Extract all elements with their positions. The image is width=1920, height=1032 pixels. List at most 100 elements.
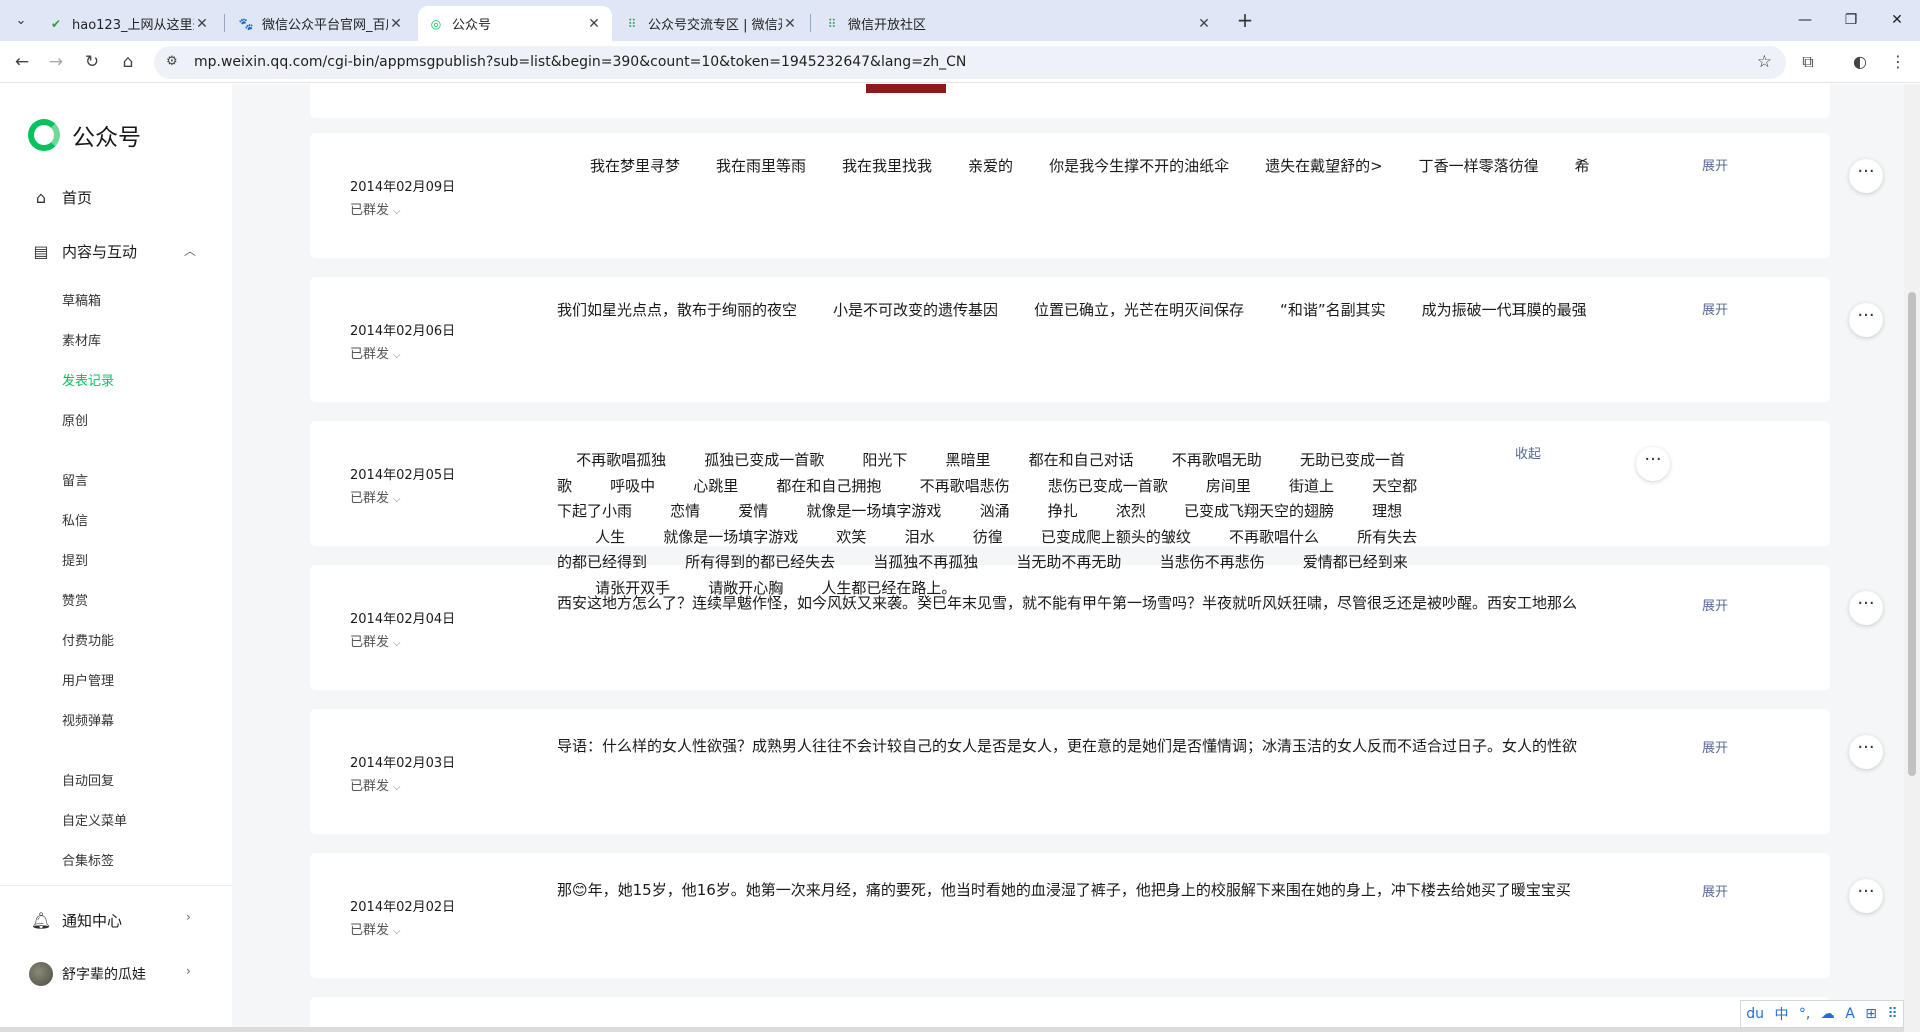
ime-toolbar[interactable]: du 中 °, ☁ A ⊞ ⠿ [1740, 1000, 1904, 1028]
brand[interactable]: 公众号 [28, 118, 141, 152]
horizontal-scrollbar[interactable] [0, 1027, 1904, 1032]
sidebar-item-messages[interactable]: 私信 [62, 510, 88, 529]
close-window-icon[interactable]: ✕ [1874, 6, 1920, 34]
more-actions-button[interactable]: ··· [1849, 735, 1883, 769]
bell-icon: 🔔︎ [30, 911, 52, 930]
more-actions-button[interactable]: ··· [1849, 591, 1883, 625]
grid-icon: ⠿ [827, 16, 837, 31]
tab-baidu-search[interactable]: 🐾 微信公众平台官网_百度搜索 ✕ [228, 6, 414, 41]
sidebar-item-custom-menu[interactable]: 自定义菜单 [62, 810, 127, 829]
tab-search-dropdown-icon[interactable]: ⌄ [8, 8, 34, 32]
tab-hao123[interactable]: ✔ hao123_上网从这里开始 ✕ [38, 6, 220, 41]
tab-wechat-mp[interactable]: ◎ 公众号 ✕ [418, 6, 612, 41]
article-titles: 我在梦里寻梦 我在雨里等雨 我在我里找我 亲爱的 你是我今生撑不开的油纸伞 遗失在戴望舒的… [590, 155, 1645, 176]
bookmark-star-icon[interactable]: ☆ [1757, 52, 1772, 72]
chevron-down-icon: ⌵ [393, 926, 401, 937]
home-icon: ⌂ [35, 188, 47, 207]
close-tab-icon[interactable]: ✕ [1196, 16, 1212, 32]
close-tab-icon[interactable]: ✕ [388, 16, 404, 32]
expand-link[interactable]: 展开 [1702, 737, 1728, 756]
status-label: 已群发 [350, 203, 390, 218]
publish-status[interactable]: 已群发 ⌵ [350, 199, 401, 218]
sidebar-item-user-management[interactable]: 用户管理 [62, 670, 114, 689]
address-bar[interactable]: ⚙ mp.weixin.qq.com/cgi-bin/appmsgpublish… [154, 46, 1786, 79]
ime-punctuation-icon[interactable]: °, [1799, 1006, 1810, 1022]
tab-title: hao123_上网从这里开始 [72, 18, 194, 33]
vertical-scrollbar[interactable] [1904, 84, 1920, 1032]
publish-date: 2014年02月05日 [350, 468, 456, 483]
avatar[interactable] [29, 962, 53, 986]
publish-status[interactable]: 已群发 ⌵ [350, 775, 401, 794]
close-tab-icon[interactable]: ✕ [194, 16, 210, 32]
sidebar-item-publish-records[interactable]: 发表记录 [62, 370, 114, 389]
sidebar-item-drafts[interactable]: 草稿箱 [62, 290, 101, 309]
chevron-down-icon: ⌵ [393, 782, 401, 793]
reload-icon[interactable]: ↻ [80, 50, 104, 74]
publish-date: 2014年02月03日 [350, 756, 456, 771]
tab-title: 微信公众平台官网_百度搜索 [262, 18, 388, 33]
tab-mp-community[interactable]: ⠿ 公众号交流专区 | 微信开放社区 ✕ [614, 6, 808, 41]
publish-status[interactable]: 已群发 ⌵ [350, 631, 401, 650]
scrollbar-thumb[interactable] [1908, 292, 1916, 776]
sidebar-item-video-danmaku[interactable]: 视频弹幕 [62, 710, 114, 729]
article-title: 导语：什么样的女人性欲强？成熟男人往往不会计较自己的女人是否是女人，更在意的是她… [557, 737, 1578, 755]
more-actions-button[interactable]: ··· [1849, 303, 1883, 337]
sidebar-item-label: 首页 [62, 189, 93, 207]
profile-icon[interactable]: ◐ [1848, 50, 1872, 74]
record-card-previous [310, 84, 1830, 118]
new-tab-button[interactable]: + [1232, 9, 1258, 33]
home-icon[interactable]: ⌂ [116, 50, 140, 74]
minimize-icon[interactable]: — [1782, 6, 1828, 34]
sidebar-item-original[interactable]: 原创 [62, 410, 88, 429]
sidebar-item-mentions[interactable]: 提到 [62, 550, 88, 569]
article-title: 我在我里找我 [842, 157, 933, 175]
sidebar-item-paid-features[interactable]: 付费功能 [62, 630, 114, 649]
sidebar-item-materials[interactable]: 素材库 [62, 330, 101, 349]
ime-cloud-icon[interactable]: ☁ [1821, 1006, 1835, 1022]
sidebar-item-comments[interactable]: 留言 [62, 470, 88, 489]
publish-date: 2014年02月06日 [350, 324, 456, 339]
sidebar-item-auto-reply[interactable]: 自动回复 [62, 770, 114, 789]
publish-status[interactable]: 已群发 ⌵ [350, 343, 401, 362]
expand-link[interactable]: 展开 [1702, 595, 1728, 614]
sidebar: 公众号 ⌂ 首页 ▤ 内容与互动 ︿ 草稿箱 素材库 发表记录 原创 留言 私信… [0, 84, 232, 1032]
account-name[interactable]: 舒字辈的瓜娃 [62, 964, 146, 984]
article-titles: 那😊年，她15岁，他16岁。她第一次来月经，痛的要死，他当时看她的血浸湿了裤子，… [557, 879, 1645, 900]
url-text[interactable]: mp.weixin.qq.com/cgi-bin/appmsgpublish?s… [194, 54, 966, 70]
more-actions-button[interactable]: ··· [1849, 159, 1883, 193]
publish-status[interactable]: 已群发 ⌵ [350, 919, 401, 938]
sidebar-item-rewards[interactable]: 赞赏 [62, 590, 88, 609]
ime-chinese-mode[interactable]: 中 [1774, 1004, 1788, 1024]
more-actions-button[interactable]: ··· [1636, 447, 1670, 481]
page-content: 2014年02月09日 已群发 ⌵ 我在梦里寻梦 我在雨里等雨 我在我里找我 亲爱的 你是… [0, 84, 1920, 1032]
text-line: 歌 呼吸中 心跳里 都在和自己拥抱 不再歌唱悲伤 悲伤已变成一首歌 房间里 街道… [557, 476, 1418, 495]
expanded-article-text: 不再歌唱孤独 孤独已变成一首歌 阳光下 黑暗里 都在和自己对话 不再歌唱无助 无… [557, 448, 1447, 601]
ime-logo-icon[interactable]: du [1746, 1006, 1764, 1022]
expand-link[interactable]: 展开 [1702, 299, 1728, 318]
status-label: 已群发 [350, 491, 390, 506]
restore-icon[interactable]: ❐ [1828, 6, 1874, 34]
chevron-up-icon[interactable]: ︿ [184, 242, 196, 259]
close-tab-icon[interactable]: ✕ [782, 16, 798, 32]
ime-font-icon[interactable]: A [1845, 1006, 1855, 1022]
extensions-icon[interactable]: ⧉ [1796, 50, 1820, 74]
close-tab-icon[interactable]: ✕ [586, 16, 602, 32]
collapse-link[interactable]: 收起 [1515, 443, 1541, 462]
chevron-right-icon[interactable]: › [186, 910, 191, 924]
tab-open-community[interactable]: ⠿ 微信开放社区 ✕ [814, 6, 1222, 41]
more-actions-button[interactable]: ··· [1849, 879, 1883, 913]
expand-link[interactable]: 展开 [1702, 155, 1728, 174]
site-info-icon[interactable]: ⚙ [166, 54, 178, 69]
chevron-right-icon[interactable]: › [186, 964, 191, 978]
ime-keyboard-icon[interactable]: ⊞ [1865, 1006, 1877, 1022]
ime-menu-icon[interactable]: ⠿ [1887, 1006, 1897, 1022]
sidebar-group-content[interactable]: ▤ 内容与互动 [30, 241, 137, 262]
forward-icon[interactable]: → [44, 50, 68, 74]
sidebar-item-collection-tags[interactable]: 合集标签 [62, 850, 114, 869]
browser-menu-icon[interactable]: ⋮ [1886, 50, 1910, 74]
sidebar-item-home[interactable]: ⌂ 首页 [30, 187, 92, 208]
back-icon[interactable]: ← [10, 50, 34, 74]
publish-status[interactable]: 已群发 ⌵ [350, 487, 401, 506]
expand-link[interactable]: 展开 [1702, 881, 1728, 900]
sidebar-item-notifications[interactable]: 🔔︎ 通知中心 [30, 910, 122, 931]
